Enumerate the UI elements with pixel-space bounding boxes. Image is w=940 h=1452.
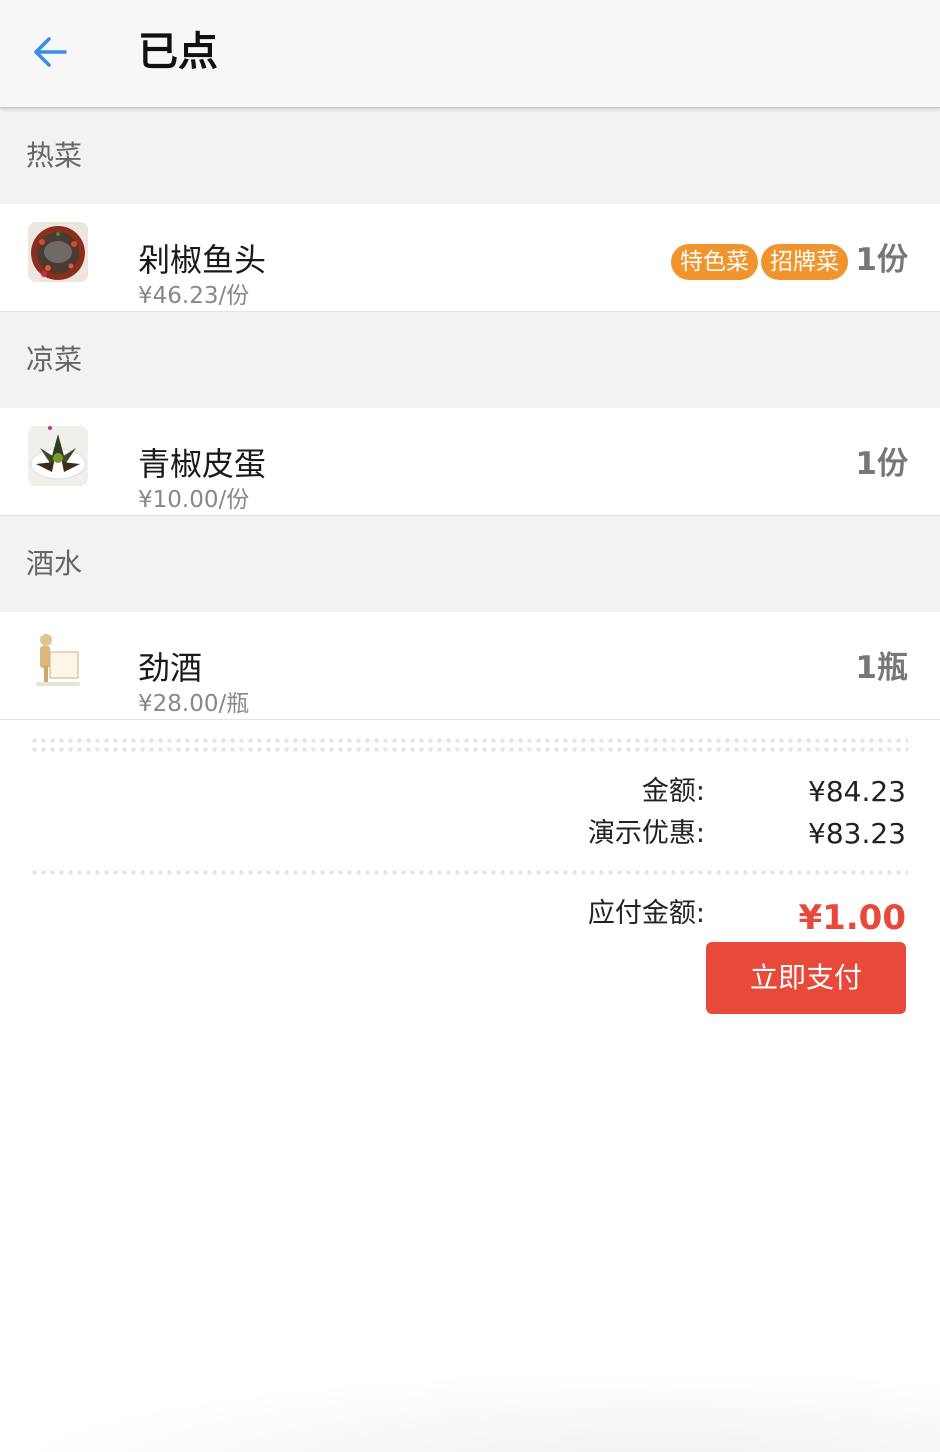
- fish-head-dish-icon: [28, 222, 88, 282]
- preserved-egg-dish-icon: [28, 426, 88, 486]
- pay-now-button[interactable]: 立即支付: [706, 942, 906, 1014]
- list-item[interactable]: 青椒皮蛋 ¥10.00/份 1份: [0, 408, 940, 516]
- quantity: 1份: [855, 446, 908, 482]
- discount-label: 演示优惠:: [587, 818, 705, 849]
- dish-price: ¥10.00/份: [138, 487, 250, 513]
- list-item[interactable]: 劲酒 ¥28.00/瓶 1瓶: [0, 612, 940, 720]
- ordered-page: 已点 热菜 剁椒鱼头 ¥46.23/份 特色菜 招牌菜 1份 凉菜 青椒皮蛋 ¥…: [0, 0, 940, 1452]
- page-title: 已点: [138, 29, 218, 75]
- tag-list: 特色菜 招牌菜: [671, 244, 848, 280]
- dish-price: ¥46.23/份: [138, 283, 250, 309]
- section-title: 热菜: [26, 139, 83, 172]
- dish-name: 剁椒鱼头: [138, 241, 267, 279]
- section-header-cold-dishes: 凉菜: [0, 312, 940, 408]
- tag-signature: 招牌菜: [761, 244, 848, 280]
- dish-price: ¥28.00/瓶: [138, 691, 250, 717]
- amount-label: 金额:: [641, 776, 705, 807]
- discount-value: ¥83.23: [808, 817, 906, 850]
- arrow-left-icon: [34, 37, 67, 67]
- quantity: 1瓶: [855, 650, 908, 686]
- back-button[interactable]: [22, 28, 78, 76]
- section-header-hot-dishes: 热菜: [0, 108, 940, 204]
- section-title: 酒水: [26, 547, 83, 580]
- dish-name: 青椒皮蛋: [138, 445, 267, 483]
- dish-name: 劲酒: [138, 649, 203, 687]
- quantity: 1份: [855, 242, 908, 278]
- payable-label: 应付金额:: [587, 898, 705, 929]
- bottom-shadow: [0, 1370, 940, 1452]
- section-header-drinks: 酒水: [0, 516, 940, 612]
- payable-value: ¥1.00: [798, 898, 906, 938]
- no-image-placeholder-icon: [28, 630, 88, 690]
- tag-specialty: 特色菜: [671, 244, 758, 280]
- dotted-divider: [30, 868, 908, 877]
- section-title: 凉菜: [26, 343, 83, 376]
- top-bar: 已点: [0, 0, 940, 108]
- list-item[interactable]: 剁椒鱼头 ¥46.23/份 特色菜 招牌菜 1份: [0, 204, 940, 312]
- dotted-divider: [30, 736, 908, 754]
- amount-value: ¥84.23: [808, 775, 906, 808]
